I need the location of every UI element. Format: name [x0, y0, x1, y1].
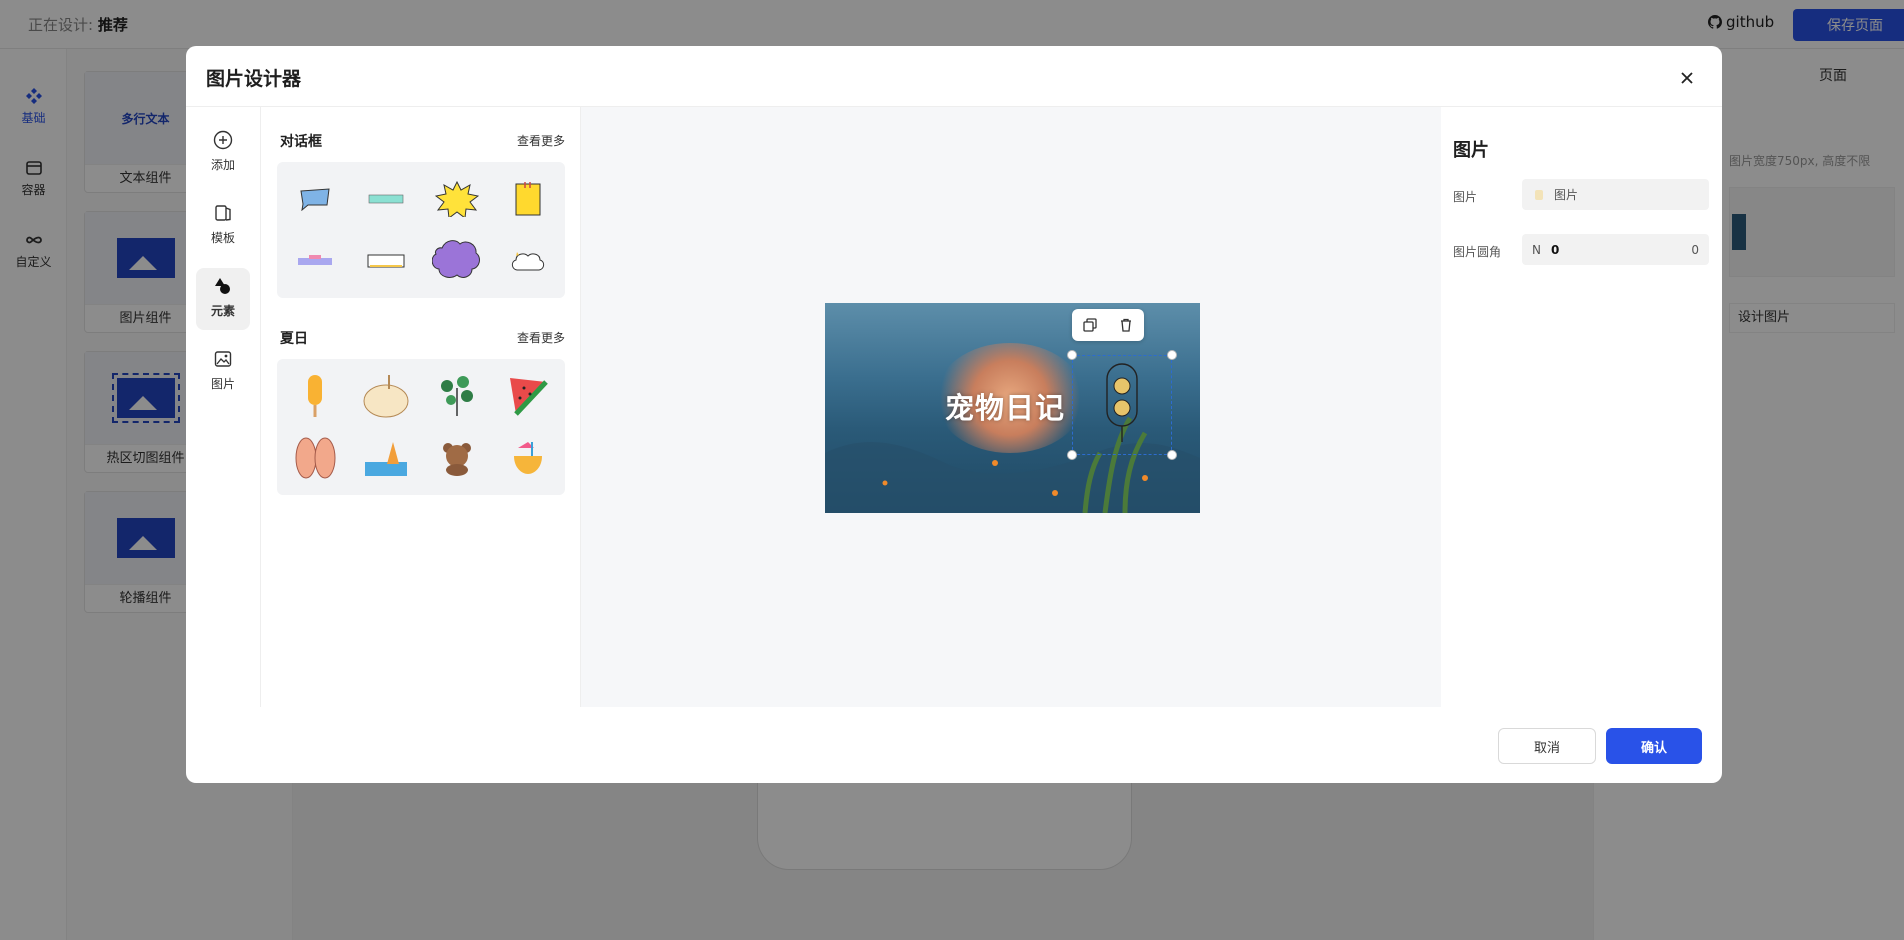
properties-title: 图片 — [1453, 140, 1489, 161]
sticker-speech-bubble-blue[interactable] — [288, 172, 342, 226]
tool-label: 添加 — [210, 158, 235, 172]
cancel-button[interactable]: 取消 — [1498, 728, 1596, 764]
sticker-coconut[interactable] — [359, 369, 413, 423]
close-icon — [1681, 72, 1693, 84]
image-thumb-icon — [1535, 189, 1543, 200]
sticker-label-white[interactable] — [359, 234, 413, 288]
sticker-note-yellow[interactable] — [501, 172, 555, 226]
shapes-icon — [215, 278, 230, 294]
sticker-popsicle[interactable] — [288, 369, 342, 423]
canvas-text-pet-diary[interactable]: 宠物日记 — [945, 385, 1065, 427]
modal-footer: 取消 确认 — [186, 706, 1722, 783]
section-title: 夏日 — [280, 331, 308, 347]
sticker-beach[interactable] — [359, 431, 413, 485]
sticker-coconut-drink[interactable] — [501, 431, 555, 485]
image-icon — [214, 351, 232, 367]
resize-handle[interactable] — [1067, 450, 1077, 460]
section-title: 对话框 — [280, 134, 322, 150]
sticker-tape-teal[interactable] — [359, 172, 413, 226]
tool-elements[interactable]: 元素 — [196, 268, 250, 330]
sticker-bear[interactable] — [430, 431, 484, 485]
tool-add[interactable]: 添加 — [196, 122, 250, 184]
tool-label: 元素 — [210, 304, 235, 318]
see-more-link[interactable]: 查看更多 — [517, 132, 565, 149]
sticker-cloud-purple[interactable] — [430, 234, 484, 288]
trash-icon[interactable] — [1119, 318, 1133, 332]
radius-value: 0 — [1550, 242, 1560, 257]
design-stage: 宠物日记 — [581, 107, 1441, 707]
sticker-popsicle-outline — [1106, 363, 1138, 442]
section-header-summer: 夏日 查看更多 — [277, 328, 565, 348]
resize-handle[interactable] — [1167, 450, 1177, 460]
close-button[interactable] — [1675, 66, 1699, 90]
sticker-panel: 对话框 查看更多 夏日 查看更多 — [261, 107, 581, 707]
template-icon — [215, 205, 231, 221]
sticker-grid-dialog — [277, 162, 565, 298]
sticker-flip-flops[interactable] — [288, 431, 342, 485]
sticker-plant[interactable] — [430, 369, 484, 423]
resize-handle[interactable] — [1167, 350, 1177, 360]
confirm-button[interactable]: 确认 — [1606, 728, 1702, 764]
properties-panel: 图片 图片 图片 图片圆角 N 0 0 — [1441, 107, 1722, 707]
selected-sticker[interactable] — [1072, 355, 1172, 455]
resize-handle[interactable] — [1067, 350, 1077, 360]
section-header-dialog: 对话框 查看更多 — [277, 131, 565, 151]
see-more-link[interactable]: 查看更多 — [517, 329, 565, 346]
artboard[interactable]: 宠物日记 — [825, 303, 1200, 513]
sticker-cloud-white[interactable] — [501, 234, 555, 288]
sticker-grid-summer — [277, 359, 565, 495]
radius-prefix: N — [1532, 242, 1541, 257]
modal-title: 图片设计器 — [206, 68, 302, 90]
sticker-burst-yellow[interactable] — [430, 172, 484, 226]
image-field[interactable]: 图片 — [1522, 179, 1709, 210]
sticker-watermelon[interactable] — [501, 369, 555, 423]
selection-toolbar — [1072, 309, 1144, 341]
tool-label: 模板 — [210, 231, 235, 245]
corner-radius-input[interactable]: N 0 0 — [1522, 234, 1709, 265]
image-field-value: 图片 — [1554, 188, 1579, 202]
image-designer-modal: 图片设计器 添加 模板 元素 图片 对话框 查看更多 夏日 查看更多 宠物日记 … — [186, 46, 1722, 783]
radius-suffix: 0 — [1691, 242, 1699, 257]
tool-template[interactable]: 模板 — [196, 195, 250, 257]
corner-radius-label: 图片圆角 — [1453, 245, 1502, 259]
tool-rail: 添加 模板 元素 图片 — [186, 107, 261, 707]
copy-icon[interactable] — [1083, 318, 1097, 332]
image-label: 图片 — [1453, 190, 1478, 204]
tool-image[interactable]: 图片 — [196, 341, 250, 403]
sticker-tape-purple[interactable] — [288, 234, 342, 288]
plus-circle-icon — [213, 130, 233, 150]
modal-body: 添加 模板 元素 图片 对话框 查看更多 夏日 查看更多 宠物日记 图片 图片 … — [186, 106, 1722, 707]
tool-label: 图片 — [210, 377, 235, 391]
